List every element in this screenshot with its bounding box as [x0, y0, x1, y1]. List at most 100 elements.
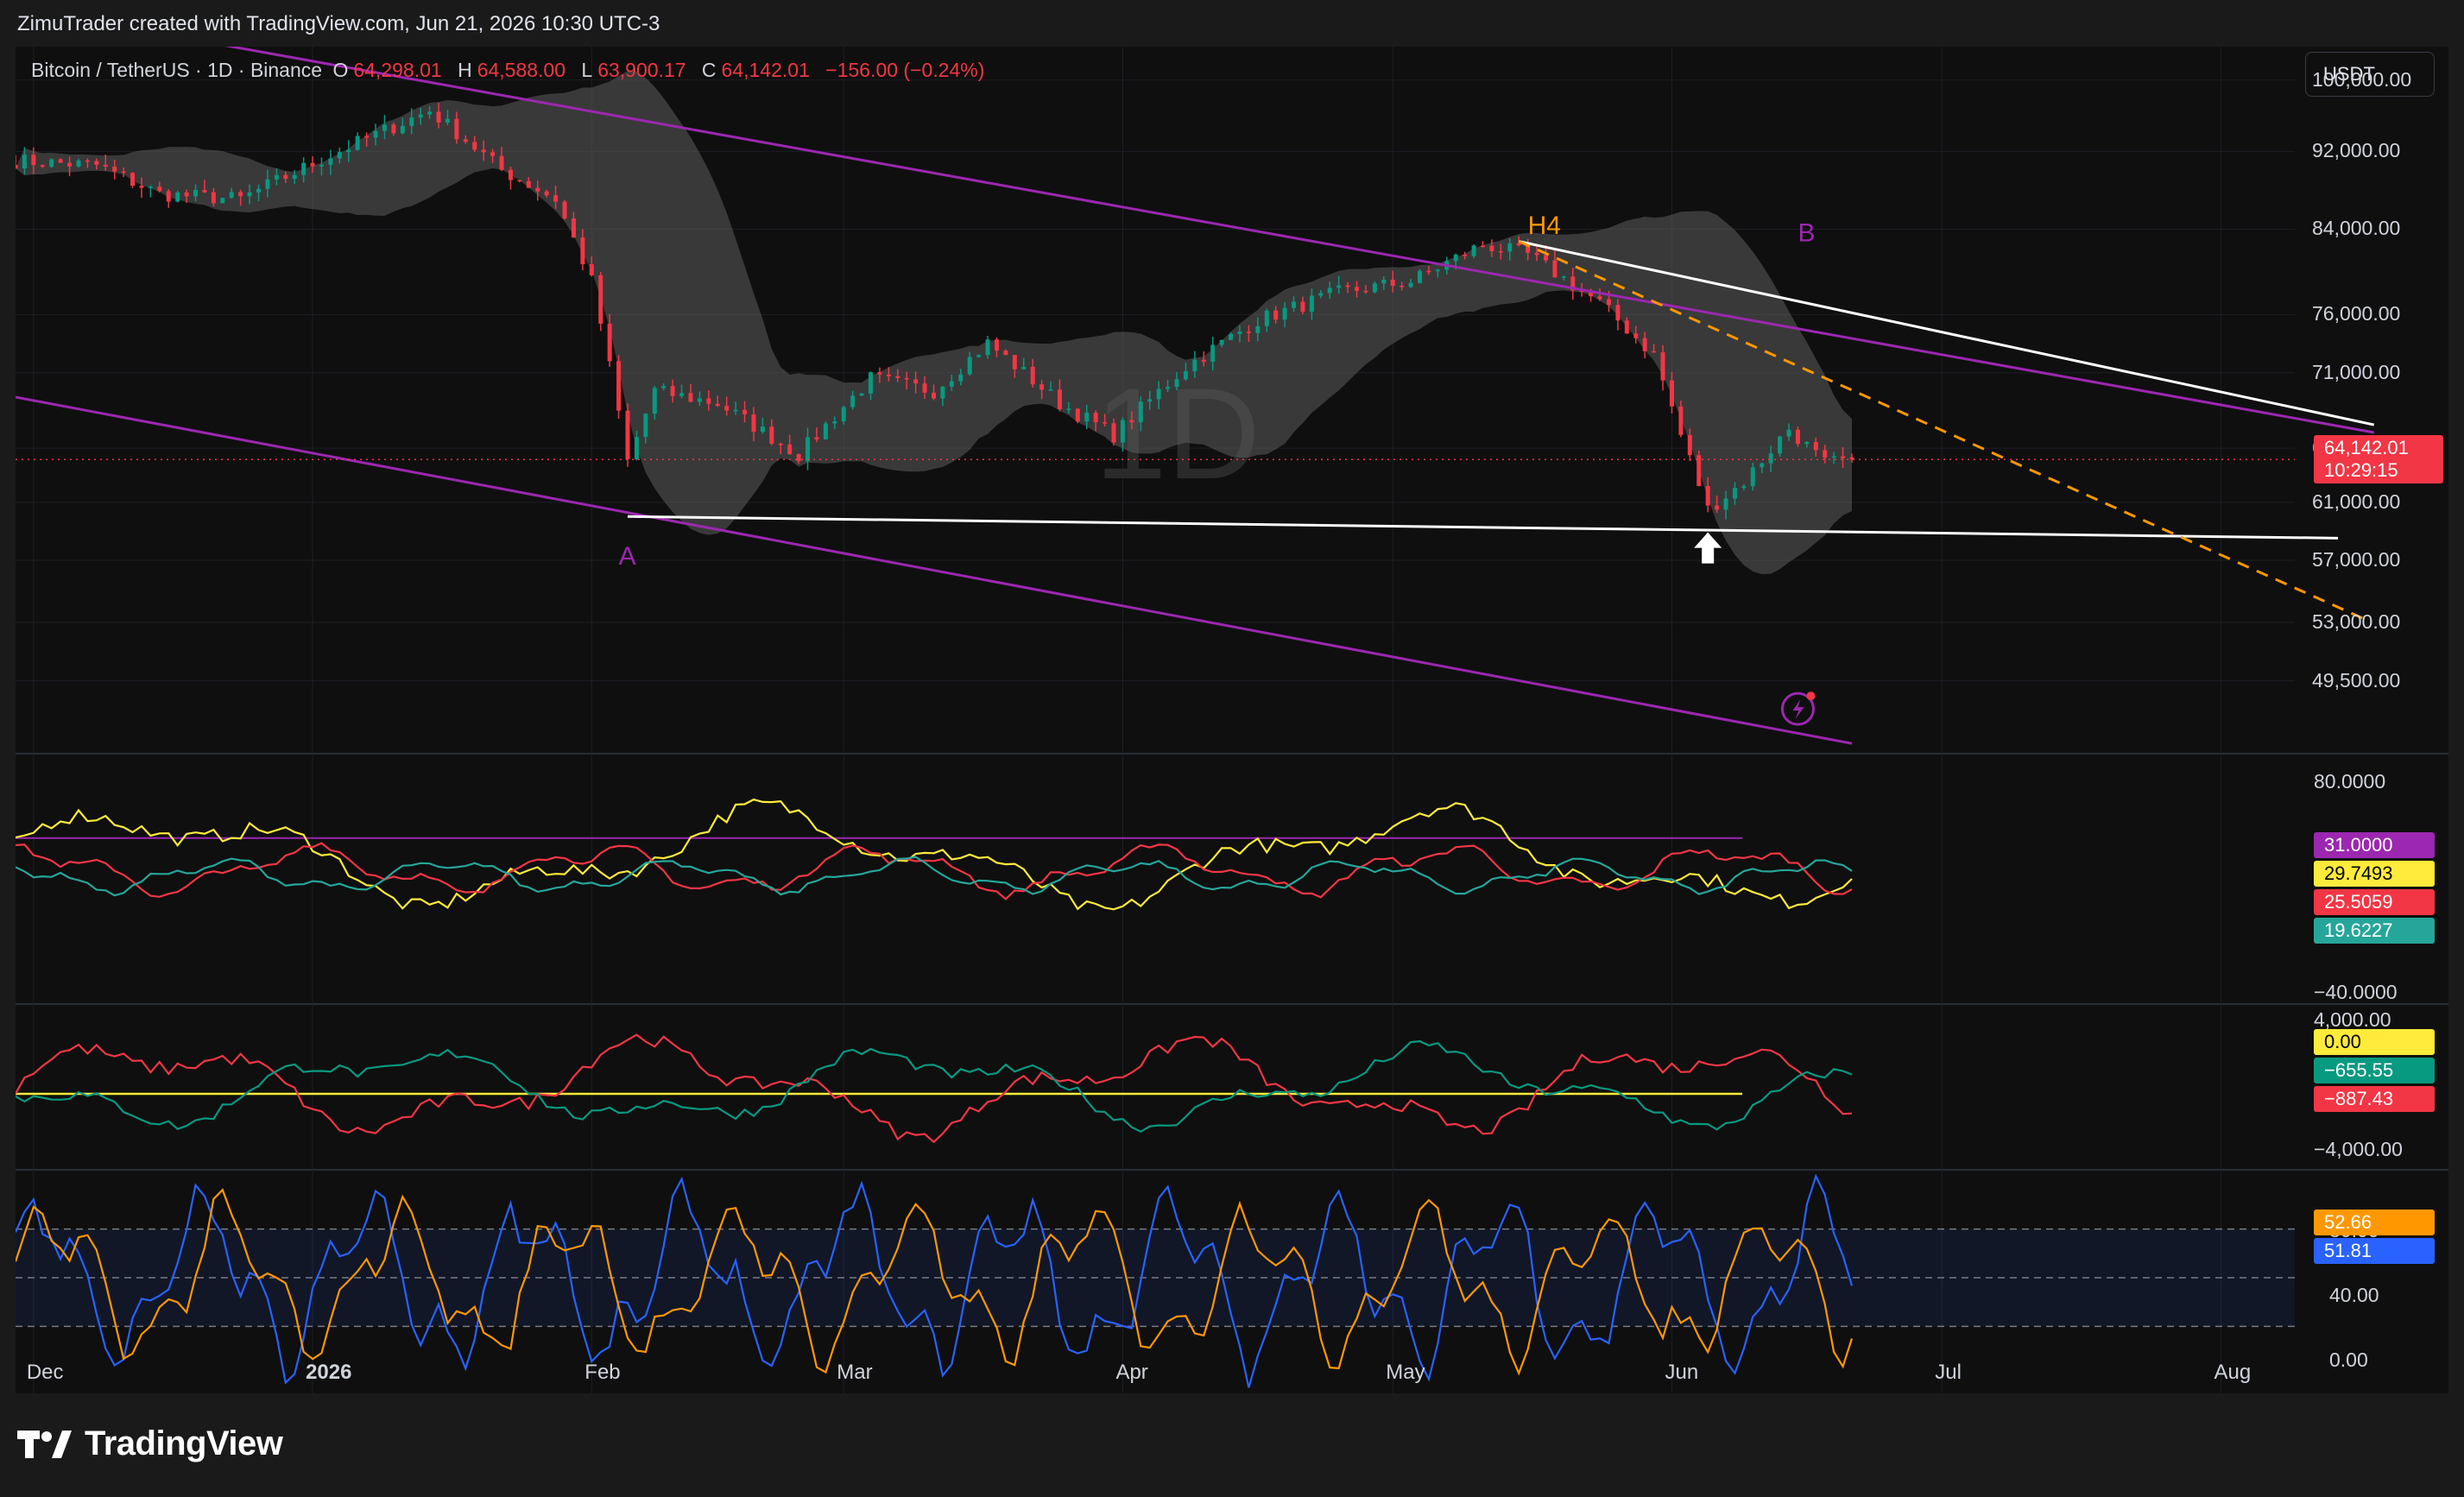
price-axis-tick: 49,500.00: [2312, 668, 2401, 692]
candle-body: [1147, 399, 1153, 402]
candle-body: [112, 166, 117, 172]
candle-body: [589, 264, 594, 275]
candle-body: [994, 339, 999, 351]
candle-body: [814, 437, 819, 439]
candle-body: [76, 160, 81, 167]
label-a: A: [619, 542, 636, 571]
candle-body: [436, 111, 441, 123]
candle-body: [1229, 333, 1234, 340]
candle-body: [301, 162, 306, 175]
candle-body: [958, 374, 963, 382]
candle-body: [265, 179, 270, 189]
candle-body: [517, 180, 522, 182]
price-axis-tick: 76,000.00: [2312, 302, 2401, 325]
price-axis-tick: 71,000.00: [2312, 360, 2401, 383]
candle-body: [1418, 270, 1423, 283]
stoch-value-tag: 51.81: [2314, 1238, 2435, 1264]
candle-body: [526, 180, 531, 188]
candle-body: [319, 164, 324, 167]
candle-body: [1507, 243, 1513, 252]
tradingview-logo[interactable]: TradingView: [17, 1424, 283, 1463]
candle-body: [778, 444, 783, 445]
legend-change: −156.00 (−0.24%): [825, 59, 985, 81]
candle-body: [1102, 422, 1108, 424]
candle-body: [913, 379, 919, 384]
candle-body: [1669, 380, 1674, 407]
legend-symbol[interactable]: Bitcoin / TetherUS · 1D · Binance: [31, 59, 322, 81]
candle-body: [562, 201, 567, 219]
chart-area[interactable]: 1DD1H4AB: [16, 47, 2448, 1393]
candle-body: [904, 377, 909, 380]
candle-body: [202, 189, 207, 193]
alert-dot-icon: [1806, 692, 1816, 701]
candle-body: [1606, 299, 1611, 306]
candle-body: [1183, 370, 1188, 380]
candle-body: [643, 414, 648, 438]
candle-body: [715, 403, 720, 407]
candle-body: [1498, 250, 1503, 253]
candle-body: [310, 162, 315, 167]
candle-body: [1355, 287, 1360, 291]
candle-body: [427, 111, 433, 115]
price-axis-tick: 100,000.00: [2312, 67, 2412, 91]
time-axis-tick: Dec: [26, 1361, 64, 1384]
stoch-axis-tick: 0.00: [2329, 1349, 2368, 1371]
time-axis-tick: Apr: [1115, 1361, 1148, 1384]
chart-svg[interactable]: 1DD1H4AB: [16, 47, 2448, 1393]
candle-body: [1201, 359, 1206, 363]
label-b: B: [1797, 219, 1815, 248]
candle-body: [823, 423, 828, 439]
price-axis-tick: 61,000.00: [2312, 490, 2401, 513]
candle-body: [1093, 413, 1098, 423]
candle-body: [1489, 245, 1494, 251]
candle-body: [1453, 254, 1458, 262]
last-price-tag: 64,142.01 10:29:15: [2314, 435, 2443, 484]
candle-body: [1723, 498, 1728, 510]
adx-value-tag: 19.6227: [2314, 918, 2435, 944]
candle-body: [598, 275, 603, 324]
adx-value-tag: 25.5059: [2314, 889, 2435, 915]
candle-body: [94, 161, 99, 165]
candle-body: [949, 381, 954, 387]
candle-body: [1021, 366, 1027, 370]
adx-axis-tick: −40.0000: [2314, 981, 2398, 1003]
support-trendline: [627, 515, 2339, 540]
legend-o-group: O 64,298.01: [332, 59, 446, 81]
candle-body: [1300, 301, 1305, 313]
candle-body: [1481, 245, 1486, 247]
candle-body: [274, 174, 279, 180]
candle-body: [1652, 351, 1657, 353]
candle-body: [508, 169, 513, 180]
candle-body: [625, 410, 630, 460]
price-axis-tick: 92,000.00: [2312, 139, 2401, 162]
candle-body: [1687, 434, 1692, 456]
candle-body: [787, 444, 793, 455]
candle-body: [1174, 379, 1179, 388]
candle-body: [1463, 254, 1468, 256]
candle-body: [1156, 388, 1161, 400]
candle-body: [1210, 344, 1216, 363]
candle-body: [1066, 408, 1071, 410]
candle-body: [382, 124, 387, 131]
legend-h-group: H 64,588.00: [458, 59, 571, 81]
candle-body: [22, 155, 27, 169]
candle-body: [806, 437, 811, 462]
legend-l-label: L: [581, 59, 593, 81]
candle-body: [1544, 255, 1548, 261]
candle-body: [967, 357, 972, 375]
time-axis-tick: Jun: [1665, 1361, 1699, 1384]
legend-o-label: O: [332, 59, 349, 81]
candle-body: [1408, 282, 1413, 287]
candle-body: [1381, 279, 1387, 284]
candle-body: [1336, 285, 1342, 288]
lightning-icon: [1792, 699, 1804, 720]
candle-body: [1390, 279, 1395, 287]
osc-value-tag: −887.43: [2314, 1086, 2435, 1112]
candle-body: [976, 355, 982, 357]
candle-body: [869, 372, 874, 394]
label-h4: H4: [1528, 212, 1561, 240]
candle-body: [670, 386, 675, 396]
osc-value-tag: 0.00: [2314, 1029, 2435, 1055]
arrow-up-icon: [1694, 532, 1722, 564]
candle-body: [751, 414, 756, 433]
